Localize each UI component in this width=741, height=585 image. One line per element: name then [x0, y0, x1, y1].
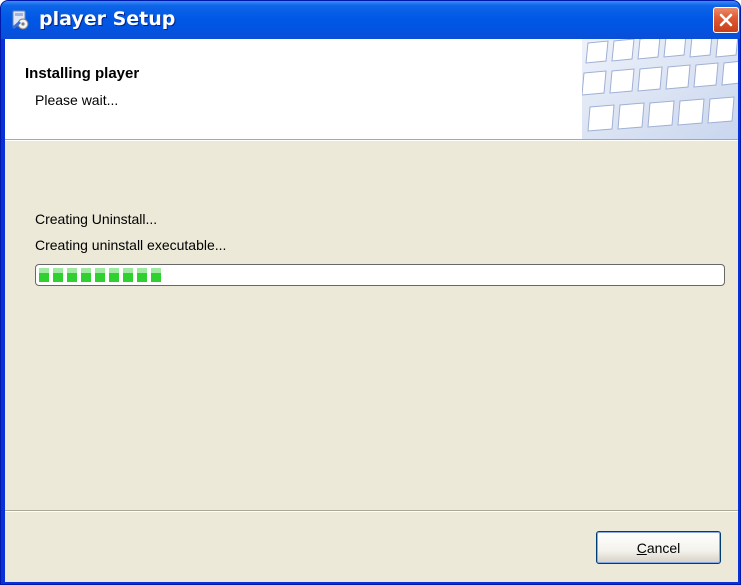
- header-divider: [5, 140, 738, 141]
- setup-window: player Setup Installing player Please wa…: [0, 0, 741, 585]
- close-button[interactable]: [713, 7, 739, 33]
- cancel-label: ancel: [646, 539, 681, 556]
- dialog-body: Installing player Please wait... Creatin…: [5, 39, 738, 582]
- title-bar[interactable]: player Setup: [1, 1, 740, 39]
- detail-text: Creating uninstall executable...: [35, 237, 227, 253]
- progress-bar: [35, 264, 725, 286]
- header-panel: Installing player Please wait...: [5, 39, 738, 140]
- status-text: Creating Uninstall...: [35, 211, 158, 227]
- page-title: Installing player: [25, 65, 140, 82]
- cancel-mnemonic: C: [636, 539, 647, 556]
- window-title: player Setup: [39, 8, 176, 30]
- page-subtitle: Please wait...: [35, 92, 119, 108]
- footer-divider-highlight: [5, 511, 738, 512]
- close-icon: [719, 13, 733, 27]
- progress-fill: [39, 268, 161, 282]
- setup-icon: [12, 10, 29, 30]
- keyboard-banner-image: [582, 39, 738, 139]
- cancel-button[interactable]: Cancel: [596, 531, 721, 564]
